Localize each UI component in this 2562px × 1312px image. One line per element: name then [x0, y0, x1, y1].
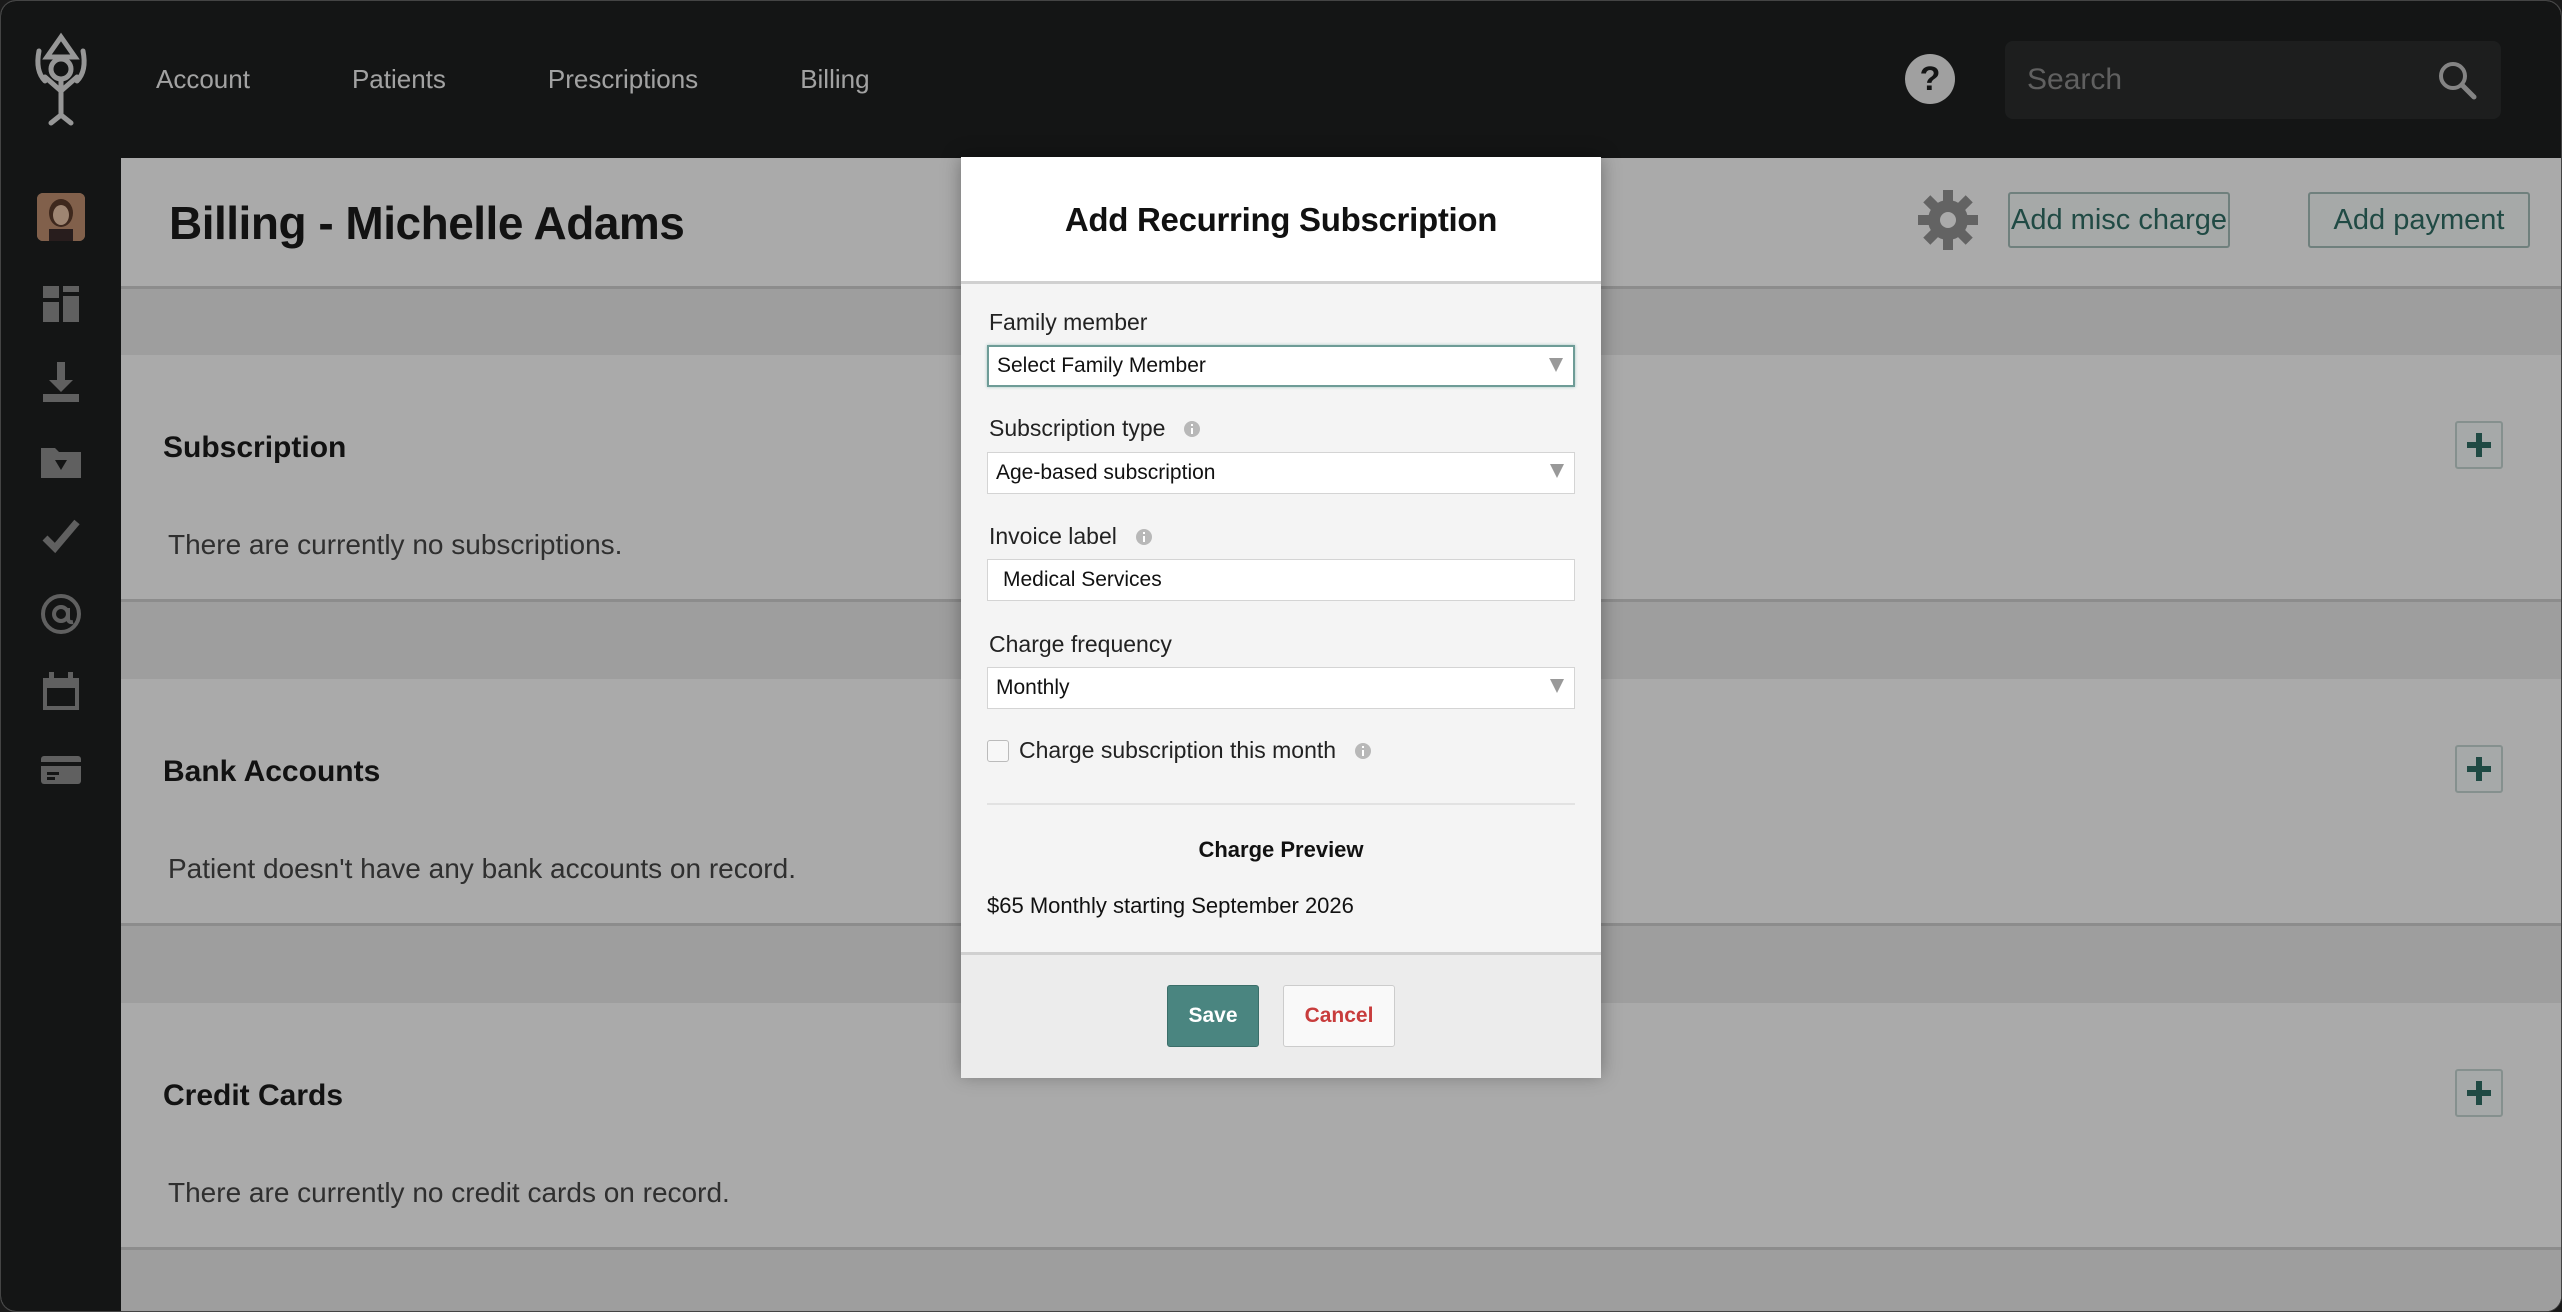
charge-preview-text: $65 Monthly starting September 2026 [987, 893, 1354, 918]
subscription-type-label-text: Subscription type [989, 415, 1166, 441]
info-icon[interactable] [1183, 420, 1201, 438]
charge-frequency-value: Monthly [996, 676, 1070, 699]
family-member-value: Select Family Member [997, 354, 1206, 377]
subscription-type-select[interactable]: Age-based subscription [987, 452, 1575, 494]
modal-header: Add Recurring Subscription [961, 157, 1601, 284]
invoice-label-label-text: Invoice label [989, 523, 1117, 549]
save-button[interactable]: Save [1167, 985, 1259, 1047]
charge-frequency-label: Charge frequency [989, 631, 1172, 658]
divider [987, 803, 1575, 805]
chevron-down-icon [1550, 679, 1564, 693]
charge-frequency-label-text: Charge frequency [989, 631, 1172, 657]
info-icon[interactable] [1135, 528, 1153, 546]
charge-this-month-row: Charge subscription this month [987, 737, 1372, 764]
subscription-type-label: Subscription type [989, 415, 1201, 442]
modal-footer: Save Cancel [961, 952, 1601, 1078]
family-member-label-text: Family member [989, 309, 1148, 335]
add-subscription-modal: Add Recurring Subscription Family member… [961, 157, 1601, 1078]
cancel-button[interactable]: Cancel [1283, 985, 1395, 1047]
invoice-label-input[interactable] [987, 559, 1575, 601]
charge-this-month-checkbox[interactable] [987, 739, 1009, 762]
chevron-down-icon [1549, 358, 1563, 372]
charge-frequency-select[interactable]: Monthly [987, 667, 1575, 709]
invoice-label-label: Invoice label [989, 523, 1153, 550]
app-window: Account Patients Prescriptions Billing ? [0, 0, 2562, 1312]
family-member-select[interactable]: Select Family Member [987, 345, 1575, 387]
chevron-down-icon [1550, 464, 1564, 478]
modal-title: Add Recurring Subscription [1064, 201, 1498, 238]
charge-this-month-label: Charge subscription this month [1019, 737, 1337, 763]
subscription-type-value: Age-based subscription [996, 461, 1216, 484]
charge-preview-title: Charge Preview [1198, 837, 1364, 862]
info-icon[interactable] [1354, 742, 1372, 760]
family-member-label: Family member [989, 309, 1147, 336]
